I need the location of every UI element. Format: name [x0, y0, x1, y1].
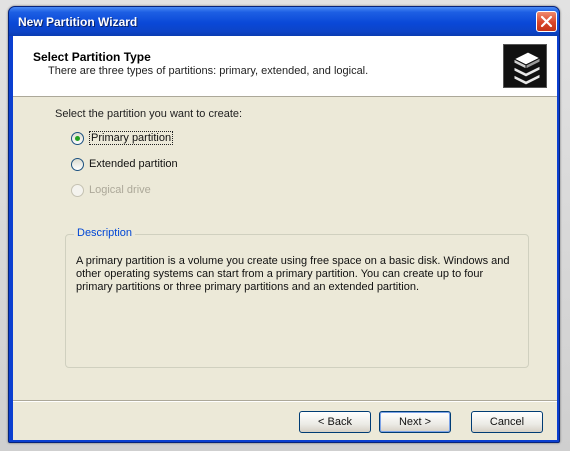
option-extended-partition[interactable]: Extended partition — [71, 156, 178, 172]
option-logical-drive: Logical drive — [71, 182, 151, 198]
option-label[interactable]: Extended partition — [89, 158, 178, 170]
window-title: New Partition Wizard — [18, 15, 138, 29]
radio-logical-drive — [71, 183, 84, 197]
wizard-body: Select the partition you want to create:… — [13, 98, 557, 396]
close-icon — [540, 15, 553, 28]
radio-extended-partition[interactable] — [71, 157, 84, 171]
back-button-label: < Back — [318, 416, 352, 428]
close-button[interactable] — [536, 11, 557, 32]
description-group: Description A primary partition is a vol… — [65, 227, 529, 368]
next-button-label: Next > — [398, 416, 432, 428]
page-title: Select Partition Type — [33, 50, 151, 64]
cancel-button[interactable]: Cancel — [471, 411, 543, 433]
wizard-header: Select Partition Type There are three ty… — [13, 36, 557, 97]
title-bar[interactable]: New Partition Wizard — [9, 7, 559, 36]
back-button[interactable]: < Back — [299, 411, 371, 433]
radio-primary-partition[interactable] — [71, 131, 84, 145]
wizard-window: New Partition Wizard Select Partition Ty… — [8, 6, 560, 443]
option-label: Logical drive — [89, 184, 151, 196]
disk-stack-icon — [503, 44, 547, 88]
description-title: Description — [74, 227, 136, 239]
next-button[interactable]: Next > — [379, 411, 451, 433]
button-separator — [13, 400, 557, 402]
description-text: A primary partition is a volume you crea… — [76, 255, 510, 293]
page-subtitle: There are three types of partitions: pri… — [48, 65, 369, 77]
selection-prompt: Select the partition you want to create: — [55, 108, 243, 120]
option-primary-partition[interactable]: Primary partition — [71, 130, 174, 146]
cancel-button-label: Cancel — [489, 416, 525, 428]
dialog-client-area: Select Partition Type There are three ty… — [13, 36, 557, 440]
option-label[interactable]: Primary partition — [89, 131, 174, 145]
